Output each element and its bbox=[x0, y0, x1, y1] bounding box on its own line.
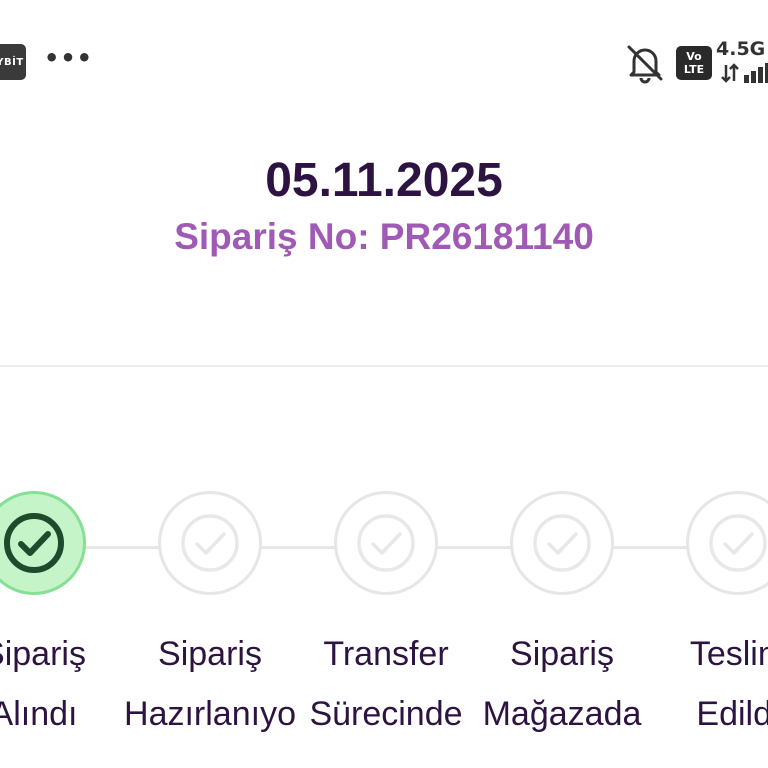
order-number: Sipariş No: PR26181140 bbox=[174, 216, 594, 257]
step-circle-5 bbox=[686, 491, 768, 595]
volte-line1: Vo bbox=[686, 50, 702, 63]
divider bbox=[0, 365, 768, 367]
step-label-1: Sipariş Alındı bbox=[0, 624, 129, 744]
step-label-line1: Sipariş bbox=[158, 635, 262, 673]
step-label-3: Transfer Sürecinde bbox=[291, 624, 481, 744]
signal-icon bbox=[721, 63, 768, 83]
step-label-line1: Sipariş bbox=[0, 635, 86, 673]
check-circle-icon bbox=[181, 514, 239, 572]
app-badge: YBİT bbox=[0, 44, 26, 80]
check-circle-icon bbox=[357, 514, 415, 572]
check-circle-icon bbox=[4, 513, 64, 573]
order-date: 05.11.2025 bbox=[265, 154, 503, 207]
step-label-2: Sipariş Hazırlanıyo bbox=[115, 624, 305, 744]
step-label-line2: Edildi bbox=[696, 695, 768, 733]
step-circle-4 bbox=[510, 491, 614, 595]
status-bar: YBİT ••• Vo LTE 4.5G bbox=[0, 0, 768, 120]
check-circle-icon bbox=[533, 514, 591, 572]
step-label-line1: Transfer bbox=[323, 635, 449, 673]
step-label-line1: Teslim bbox=[689, 635, 768, 673]
step-label-line2: Alındı bbox=[0, 695, 78, 733]
step-circle-3 bbox=[334, 491, 438, 595]
bell-off-icon bbox=[627, 45, 663, 84]
step-label-line2: Sürecinde bbox=[309, 695, 463, 733]
step-label-line1: Sipariş bbox=[510, 635, 614, 673]
step-label-line2: Hazırlanıyo bbox=[124, 695, 296, 733]
volte-badge: Vo LTE bbox=[676, 46, 712, 80]
step-label-4: Sipariş Mağazada bbox=[467, 624, 657, 744]
network-type: 4.5G bbox=[716, 38, 766, 60]
order-tracking-screen: YBİT ••• Vo LTE 4.5G 05.11.2025 Sipariş … bbox=[0, 0, 768, 768]
more-dots-icon: ••• bbox=[44, 44, 94, 72]
step-circle-2 bbox=[158, 491, 262, 595]
check-circle-icon bbox=[709, 514, 767, 572]
step-label-5: Teslim Edildi bbox=[643, 624, 768, 744]
step-circle-1 bbox=[0, 491, 86, 595]
volte-line2: LTE bbox=[683, 63, 705, 76]
step-label-line2: Mağazada bbox=[482, 695, 642, 733]
